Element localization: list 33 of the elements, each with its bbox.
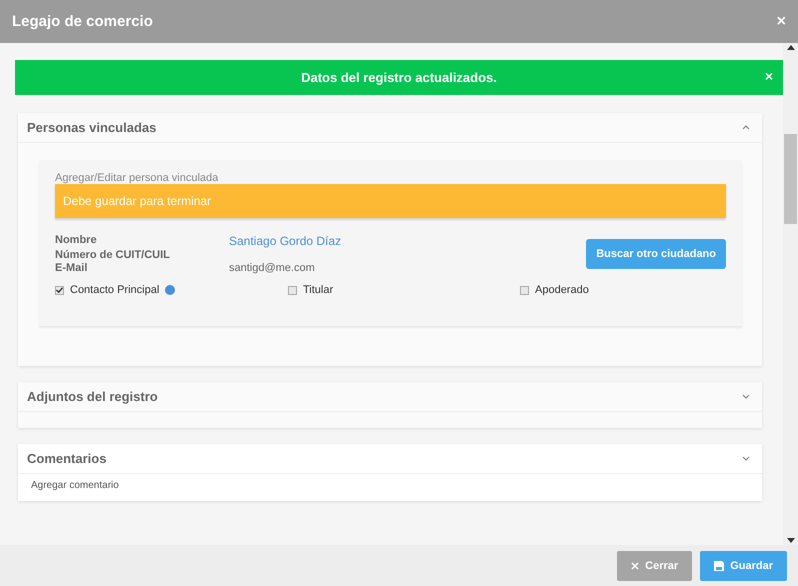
name-link[interactable]: Santiago Gordo Díaz [229,234,342,248]
scrollbar-thumb[interactable] [784,134,797,224]
search-button[interactable]: Buscar otro ciudadano [586,239,726,269]
form-title: Agregar/Editar persona vinculada [55,172,220,184]
checkbox-label: Contacto Principal [70,284,160,296]
checkbox-label: Apoderado [535,284,589,296]
caret-up-icon[interactable] [742,125,750,130]
window-title: Legajo de comercio [12,13,153,30]
field-label: E-Mail [55,262,88,274]
close-icon [631,562,640,570]
warning-bar: Debe guardar para terminar [55,184,726,218]
close-button[interactable]: Cerrar [617,550,692,580]
checkbox-label: Titular [303,284,334,296]
field-label: Nombre [55,234,98,248]
banner-message: Datos del registro actualizados. [301,70,497,85]
section-title: Adjuntos del registro [27,389,158,404]
save-icon [714,560,724,570]
checkbox[interactable] [55,286,64,294]
caret-down-icon[interactable] [742,394,750,399]
close-button[interactable]: × [764,68,773,84]
close-button[interactable]: × [776,12,786,30]
checkbox[interactable] [520,286,529,294]
scroll-down-icon[interactable] [786,538,794,543]
caret-down-icon[interactable] [742,456,750,461]
help-icon[interactable] [165,285,176,295]
field-value: santigd@me.com [229,262,316,274]
comment-placeholder[interactable]: Agregar comentario [18,474,762,501]
section-title: Personas vinculadas [27,120,156,135]
save-button[interactable]: Guardar [700,550,787,580]
scroll-up-icon[interactable] [786,45,794,50]
checkbox[interactable] [288,286,297,294]
section-title: Comentarios [27,451,106,466]
field-label: Número de CUIT/CUIL [55,249,171,261]
